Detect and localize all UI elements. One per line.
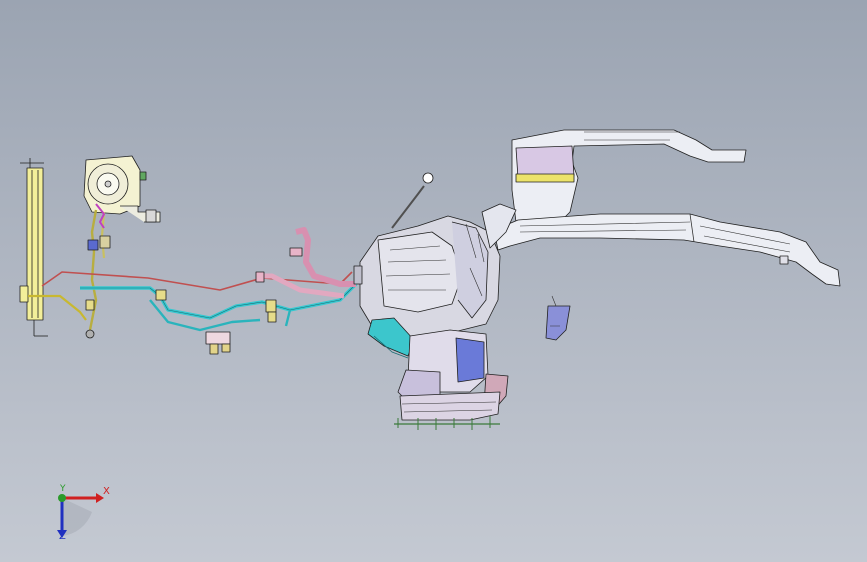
y-axis-dot: [58, 494, 66, 502]
condenser[interactable]: [19, 158, 48, 337]
heater-hose-pink[interactable]: [255, 227, 356, 299]
y-axis-label: Y: [60, 484, 66, 494]
compressor-hoses[interactable]: [85, 203, 111, 339]
upper-duct[interactable]: [511, 129, 747, 223]
lower-housing[interactable]: [394, 329, 509, 430]
coordinate-triad: [57, 493, 104, 538]
sensor-probe[interactable]: [391, 172, 434, 229]
mounting-bracket[interactable]: [545, 305, 571, 341]
assembly-model[interactable]: [0, 0, 867, 562]
z-axis-label: Z: [59, 531, 66, 542]
x-axis-label: X: [103, 486, 110, 497]
cad-viewport[interactable]: X Y Z: [0, 0, 867, 562]
